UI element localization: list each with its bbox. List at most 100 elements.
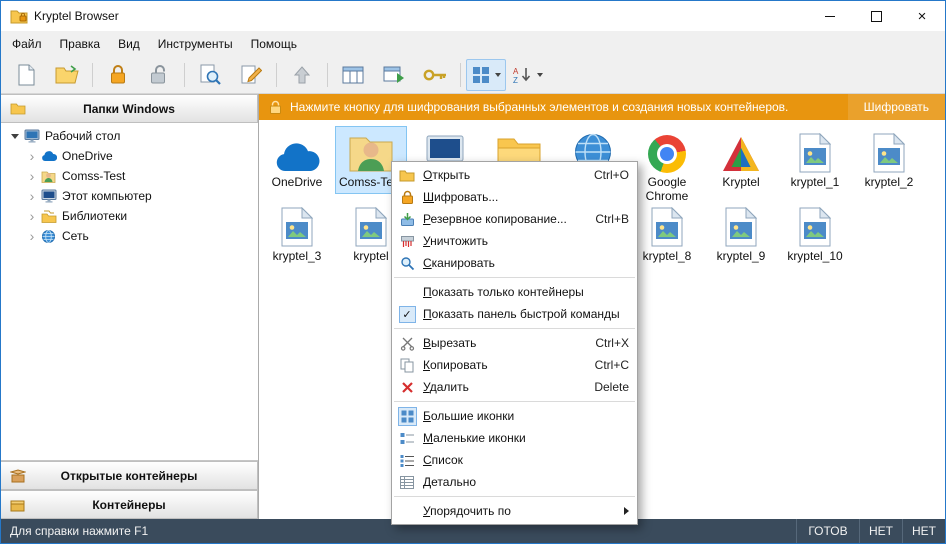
menu-shortcut: Ctrl+X	[595, 336, 629, 350]
containers-panel-header[interactable]: Контейнеры	[1, 490, 258, 519]
file-label: kryptel_9	[716, 249, 766, 263]
sort-button[interactable]: AZ	[507, 59, 547, 91]
file-label: OneDrive	[271, 175, 323, 189]
status-field-1: НЕТ	[859, 519, 902, 543]
view-panels-icon	[342, 66, 364, 84]
tree-item-label: Этот компьютер	[62, 189, 152, 203]
encrypt-banner-button[interactable]: Шифровать	[847, 94, 945, 120]
context-menu-item-copy[interactable]: Копировать Ctrl+C	[392, 354, 637, 376]
lock-open-icon	[151, 65, 165, 84]
quick-command-button[interactable]	[374, 59, 414, 91]
sort-az-icon: AZ	[513, 67, 530, 84]
lock-closed-icon	[111, 65, 125, 84]
menu-view[interactable]: Вид	[109, 31, 149, 57]
tree-item-network[interactable]: › Сеть	[1, 226, 258, 246]
google-chrome-icon	[648, 129, 686, 173]
menu-item-label: Уничтожить	[423, 234, 489, 248]
context-menu-item-delete[interactable]: Удалить Delete	[392, 376, 637, 398]
file-label: kryptel_3	[272, 249, 322, 263]
large-icons-view-icon	[395, 406, 419, 426]
tree-item-desktop[interactable]: Рабочий стол	[1, 126, 258, 146]
context-menu-item-arrange-by[interactable]: Упорядочить по	[392, 500, 637, 522]
expander-collapsed-icon[interactable]: ›	[25, 209, 39, 223]
checkmark-icon: ✓	[395, 304, 419, 324]
tree-item-libraries[interactable]: › Библиотеки	[1, 206, 258, 226]
menu-shortcut: Ctrl+O	[593, 168, 629, 182]
maximize-icon	[870, 10, 882, 22]
key-icon	[423, 69, 446, 81]
panels-button[interactable]	[333, 59, 373, 91]
dropdown-caret-icon	[494, 73, 501, 77]
small-icons-view-icon	[395, 428, 419, 448]
file-item-kryptel-9[interactable]: kryptel_9	[705, 200, 777, 268]
user-folder-icon	[39, 169, 58, 183]
expander-expanded-icon[interactable]	[8, 133, 22, 139]
tree-item-this-pc[interactable]: › Этот компьютер	[1, 186, 258, 206]
close-button[interactable]: ×	[899, 1, 945, 31]
file-item-google-chrome[interactable]: Google Chrome	[631, 126, 703, 208]
context-menu-item-destroy[interactable]: Уничтожить	[392, 230, 637, 252]
open-containers-panel-header[interactable]: Открытые контейнеры	[1, 461, 258, 490]
file-item-onedrive[interactable]: OneDrive	[261, 126, 333, 194]
menu-item-label: Вырезать	[423, 336, 477, 350]
expander-collapsed-icon[interactable]: ›	[25, 229, 39, 243]
lock-icon	[269, 100, 282, 115]
tree-item-label: Рабочий стол	[45, 129, 121, 143]
file-item-kryptel-10[interactable]: kryptel_10	[779, 200, 851, 268]
context-menu-item-backup[interactable]: Резервное копирование... Ctrl+B	[392, 208, 637, 230]
file-item-kryptel-8[interactable]: kryptel_8	[631, 200, 703, 268]
open-button[interactable]	[47, 59, 87, 91]
menu-item-label: Копировать	[423, 358, 488, 372]
menu-separator	[394, 401, 635, 402]
search-button[interactable]	[190, 59, 230, 91]
context-menu-item-show-only-containers[interactable]: Показать только контейнеры	[392, 281, 637, 303]
edit-button[interactable]	[231, 59, 271, 91]
scan-icon	[395, 253, 419, 273]
context-menu-item-scan[interactable]: Сканировать	[392, 252, 637, 274]
file-item-kryptel-1[interactable]: kryptel_1	[779, 126, 851, 194]
up-button[interactable]	[282, 59, 322, 91]
open-folder-icon	[395, 165, 419, 185]
file-item-kryptel-2[interactable]: kryptel_2	[853, 126, 925, 194]
context-menu-item-small-icons[interactable]: Маленькие иконки	[392, 427, 637, 449]
tree-item-onedrive[interactable]: › OneDrive	[1, 146, 258, 166]
file-item-kryptel-3[interactable]: kryptel_3	[261, 200, 333, 268]
context-menu-item-details[interactable]: Детально	[392, 471, 637, 493]
onedrive-cloud-icon	[274, 129, 320, 173]
svg-text:A: A	[513, 67, 519, 76]
folders-panel-header[interactable]: Папки Windows	[1, 94, 258, 123]
maximize-button[interactable]	[853, 1, 899, 31]
expander-collapsed-icon[interactable]: ›	[25, 189, 39, 203]
status-field-2: НЕТ	[902, 519, 945, 543]
context-menu-item-open[interactable]: Открыть Ctrl+O	[392, 164, 637, 186]
icon-view-button[interactable]	[466, 59, 506, 91]
encrypt-button[interactable]	[98, 59, 138, 91]
computer-icon	[39, 189, 58, 203]
context-menu-item-encrypt[interactable]: Шифровать...	[392, 186, 637, 208]
file-item-kryptel[interactable]: Kryptel	[705, 126, 777, 194]
new-container-button[interactable]	[6, 59, 46, 91]
menu-file[interactable]: Файл	[3, 31, 51, 57]
toolbar-separator	[327, 63, 328, 87]
expander-collapsed-icon[interactable]: ›	[25, 149, 39, 163]
menu-help[interactable]: Помощь	[242, 31, 306, 57]
menu-shortcut: Ctrl+C	[594, 358, 629, 372]
window-controls: ×	[807, 1, 945, 31]
expander-collapsed-icon[interactable]: ›	[25, 169, 39, 183]
context-menu-item-cut[interactable]: Вырезать Ctrl+X	[392, 332, 637, 354]
file-label: kryptel_2	[864, 175, 914, 189]
containers-panel-title: Контейнеры	[92, 497, 166, 512]
context-menu-item-list[interactable]: Список	[392, 449, 637, 471]
menu-edit[interactable]: Правка	[51, 31, 110, 57]
tree-item-comss-test[interactable]: › Comss-Test	[1, 166, 258, 186]
toolbar-separator	[184, 63, 185, 87]
context-menu-item-large-icons[interactable]: Большие иконки	[392, 405, 637, 427]
menu-item-label: Удалить	[423, 380, 469, 394]
tree-item-label: OneDrive	[62, 149, 113, 163]
titlebar[interactable]: Kryptel Browser ×	[1, 1, 945, 31]
context-menu-item-show-quick-command-panel[interactable]: ✓ Показать панель быстрой команды	[392, 303, 637, 325]
keys-button[interactable]	[415, 59, 455, 91]
decrypt-button[interactable]	[139, 59, 179, 91]
menu-tools[interactable]: Инструменты	[149, 31, 242, 57]
minimize-button[interactable]	[807, 1, 853, 31]
